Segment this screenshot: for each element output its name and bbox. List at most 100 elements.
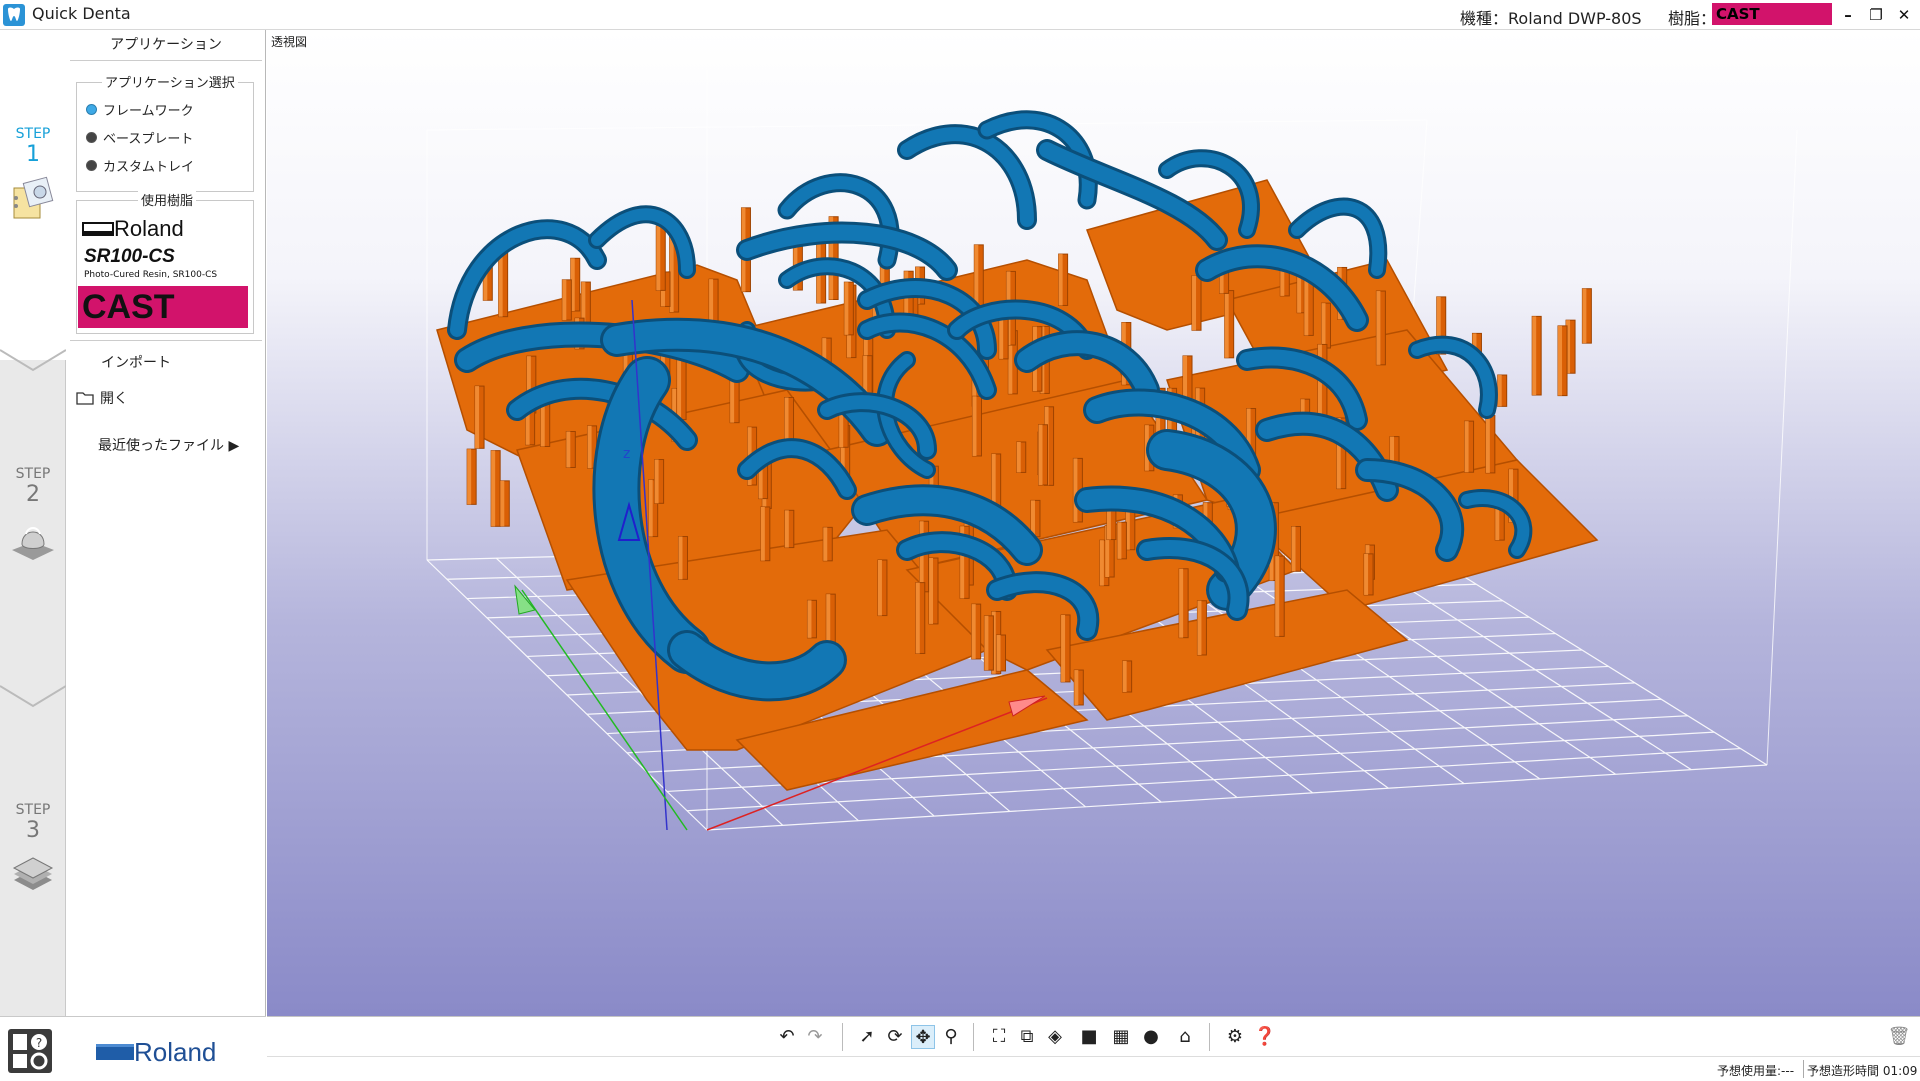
support-pillar-highlight: [566, 431, 571, 468]
undo-icon[interactable]: ↶: [775, 1025, 799, 1049]
support-pillar-highlight: [1016, 441, 1021, 473]
app-tooth-icon: [3, 4, 25, 26]
trash-icon[interactable]: 🗑: [1887, 1025, 1911, 1049]
option-baseplate[interactable]: ベースプレート: [86, 128, 193, 147]
open-label: 開く: [100, 391, 128, 407]
support-pillar-highlight: [1558, 325, 1563, 396]
estimated-usage: 予想使用量:---: [1717, 1064, 1795, 1078]
support-pillar-highlight: [678, 536, 683, 580]
support-pillar-highlight: [656, 226, 661, 291]
view-toolbar: ↶ ↷ ➚ ⟳ ✥ ⚲ ⛶ ⧉ ◈ ■ ▦ ● ⌂ ⚙ ❓ 🗑: [267, 1016, 1920, 1056]
pan-icon[interactable]: ✥: [911, 1025, 935, 1049]
status-divider: [1803, 1060, 1804, 1078]
footer-brand: Roland: [134, 1037, 217, 1067]
cap-icon[interactable]: ⌂: [1173, 1025, 1197, 1049]
rotate-icon[interactable]: ⟳: [883, 1025, 907, 1049]
support-pillar-highlight: [784, 397, 789, 446]
support-pillar-highlight: [1364, 553, 1369, 595]
grid-line: [706, 764, 1768, 831]
step-strip: STEP 1 STEP 2 STEP 3: [0, 30, 66, 1016]
settings-icon[interactable]: ⚙: [1223, 1025, 1247, 1049]
support-pillar-highlight: [587, 425, 592, 469]
support-pillar-highlight: [1058, 254, 1063, 306]
step-2-chevron-icon: [0, 685, 66, 708]
title-bar: Quick Denta 機種：Roland DWP-80S 樹脂： CAST –…: [0, 0, 1920, 30]
resin-group-label: 使用樹脂: [138, 190, 197, 209]
option-baseplate-label: ベースプレート: [103, 132, 194, 147]
cube-view-icon[interactable]: ■: [1077, 1025, 1101, 1049]
import-heading: インポート: [101, 355, 171, 371]
app-select-label: アプリケーション選択: [102, 72, 238, 91]
support-pillar-highlight: [1099, 540, 1104, 586]
option-framework-label: フレームワーク: [103, 104, 194, 119]
panel-title: アプリケーション: [110, 37, 222, 53]
step-1-chevron-icon: [0, 349, 66, 372]
shade-icon[interactable]: ●: [1139, 1025, 1163, 1049]
support-pillar-highlight: [760, 506, 765, 561]
framework-step-icon: [13, 176, 54, 219]
resin-cast-label: CAST: [78, 286, 248, 328]
support-pillar-highlight: [562, 279, 567, 321]
app-title: Quick Denta: [32, 4, 131, 23]
recent-files-menu[interactable]: 最近使ったファイル ▶: [98, 435, 239, 455]
fit-selection-icon[interactable]: ⧉: [1015, 1025, 1039, 1049]
close-button[interactable]: ✕: [1890, 2, 1918, 28]
step-1-number: 1: [26, 142, 40, 167]
support-pillar-highlight: [500, 480, 505, 527]
volume-edge: [426, 119, 1428, 131]
support-pillar-highlight: [823, 527, 828, 561]
support-pillar-highlight: [844, 282, 849, 335]
roland-mark-icon: [82, 222, 114, 236]
support-pillar-highlight: [1183, 355, 1188, 400]
help-icon[interactable]: ❓: [1253, 1025, 1277, 1049]
support-pillar-highlight: [1197, 600, 1202, 655]
step-1-tab[interactable]: STEP 1: [0, 126, 66, 228]
minimize-button[interactable]: –: [1834, 2, 1862, 28]
estimated-time: 予想造形時間 01:09: [1807, 1064, 1918, 1078]
3d-viewport[interactable]: 透視図 z: [267, 30, 1920, 1016]
step-1-word: STEP: [15, 126, 51, 142]
option-custom-tray[interactable]: カスタムトレイ: [86, 156, 194, 175]
fit-icon[interactable]: ⛶: [987, 1025, 1011, 1049]
support-pillar-highlight: [919, 521, 924, 592]
support-pillar-highlight: [1321, 303, 1326, 349]
support-pillar-highlight: [1179, 568, 1184, 638]
roland-brand: Roland: [82, 216, 184, 242]
step-3-word: STEP: [15, 802, 51, 818]
model-step-icon: [12, 527, 54, 560]
support-pillar-highlight: [1582, 288, 1587, 344]
machine-label: 機種：Roland DWP-80S: [1460, 9, 1642, 28]
volume-edge: [1766, 129, 1798, 766]
support-pillar-highlight: [1532, 316, 1537, 396]
folder-icon: [76, 392, 94, 405]
support-pillar-highlight: [928, 558, 933, 624]
grid-icon[interactable]: ▦: [1109, 1025, 1133, 1049]
open-button[interactable]: 開く: [76, 388, 128, 408]
option-framework[interactable]: フレームワーク: [86, 100, 194, 119]
file-tools-icon[interactable]: ?: [8, 1029, 52, 1073]
support-pillar-highlight: [1497, 375, 1502, 407]
restore-button[interactable]: ❐: [1862, 2, 1890, 28]
support-pillar-highlight: [491, 450, 496, 527]
support-pillar-highlight: [984, 615, 989, 671]
zoom-icon[interactable]: ⚲: [939, 1025, 963, 1049]
radio-icon: [86, 160, 97, 171]
redo-icon[interactable]: ↷: [803, 1025, 827, 1049]
support-pillar-highlight: [1061, 614, 1066, 682]
resin-logo: Roland SR100-CS Photo-Cured Resin, SR100…: [76, 208, 254, 332]
support-pillar-highlight: [1464, 421, 1469, 473]
resin-label: 樹脂：: [1668, 9, 1717, 28]
support-pillar-highlight: [648, 479, 653, 537]
support-pillar-highlight: [784, 510, 789, 548]
step-3-number: 3: [26, 818, 40, 843]
roland-text: Roland: [114, 216, 184, 241]
y-axis-arrow-icon: [514, 584, 536, 615]
step-3-tab[interactable]: STEP 3: [0, 802, 66, 904]
footer-logo: Roland: [96, 1037, 216, 1068]
support-pillar-highlight: [654, 459, 659, 504]
step-2-tab[interactable]: STEP 2: [0, 466, 66, 568]
support-pillar-highlight: [1224, 290, 1229, 358]
view-dropdown-icon[interactable]: ◈: [1043, 1025, 1067, 1049]
support-pillar-highlight: [971, 604, 976, 659]
select-icon[interactable]: ➚: [855, 1025, 879, 1049]
